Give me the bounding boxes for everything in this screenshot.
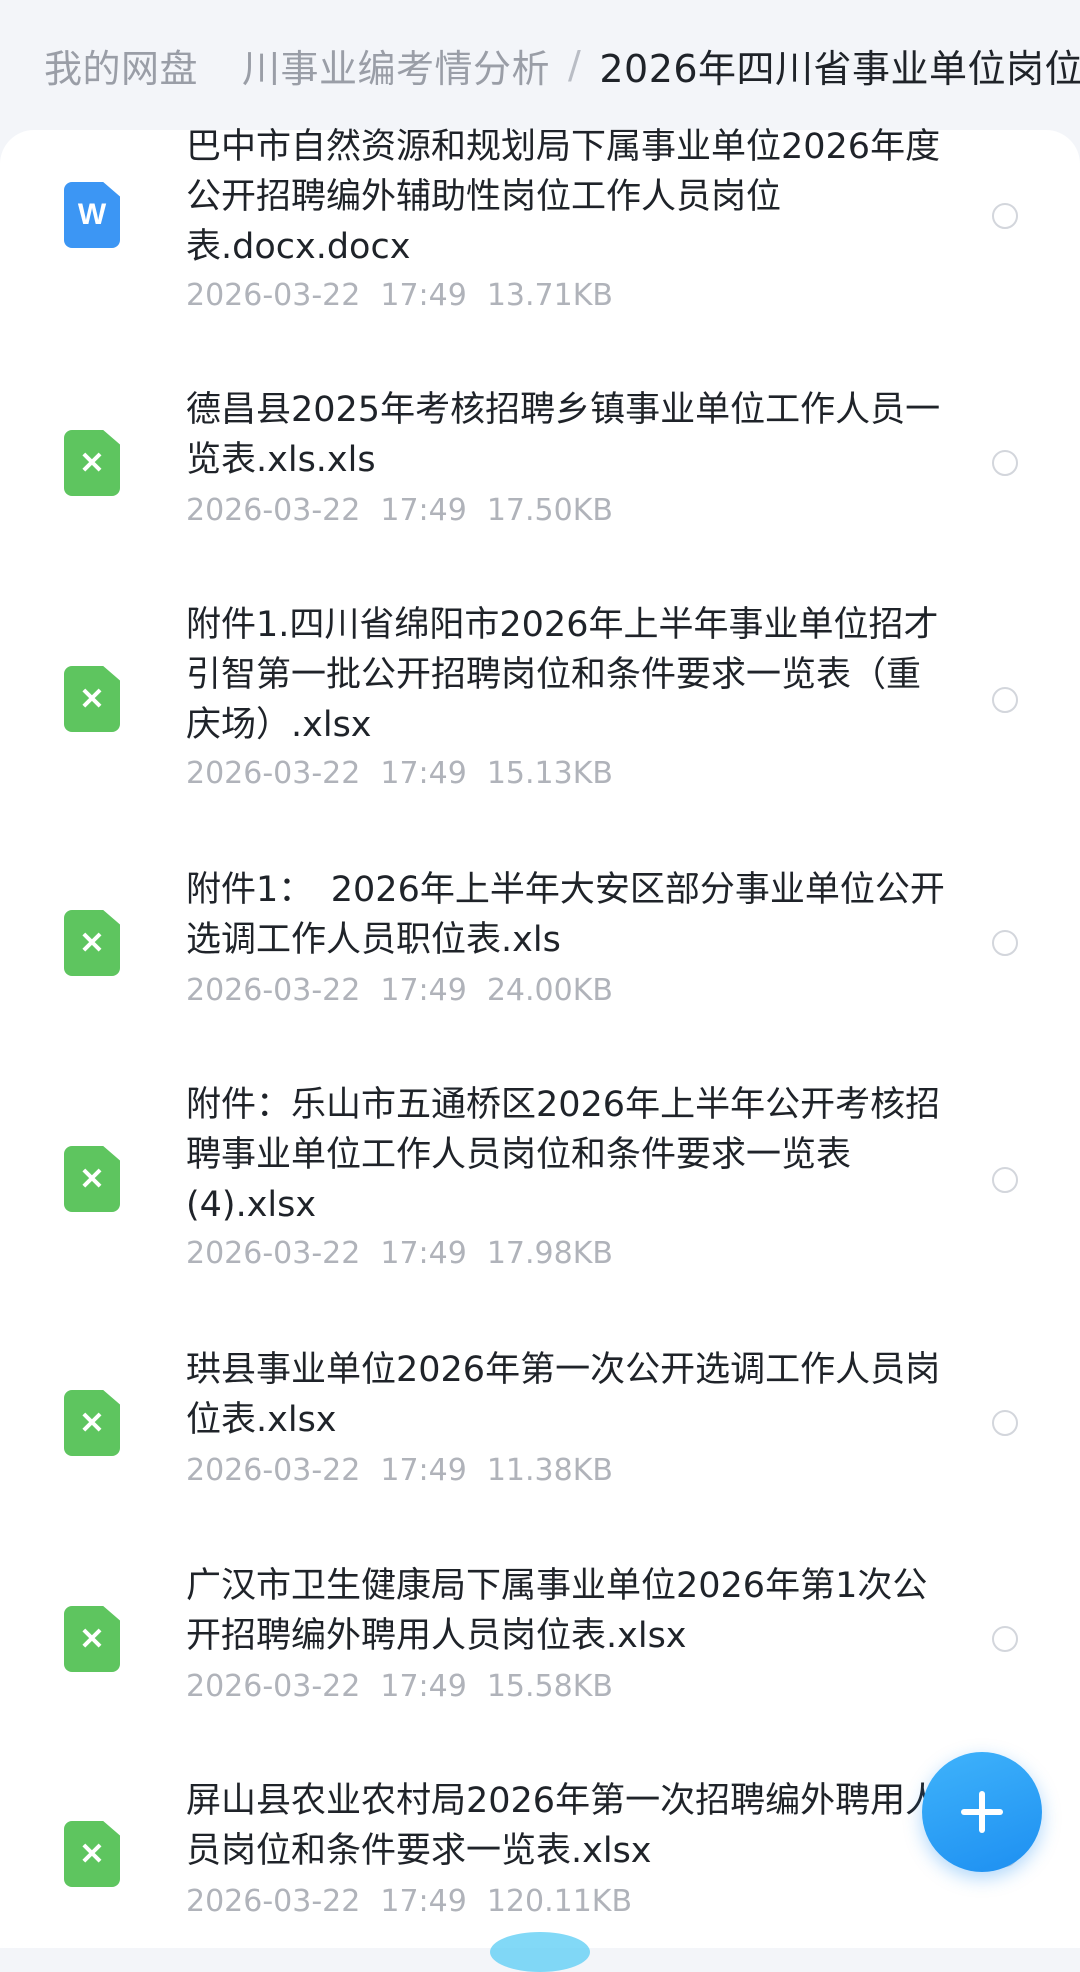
bottom-indicator <box>490 1932 590 1972</box>
excel-file-icon: ✕ <box>64 1821 120 1887</box>
file-time: 17:49 <box>380 1236 467 1271</box>
file-name: 附件1.四川省绵阳市2026年上半年事业单位招才引智第一批公开招聘岗位和条件要求… <box>186 605 939 745</box>
select-radio[interactable] <box>992 930 1018 956</box>
file-size: 11.38KB <box>486 1453 613 1488</box>
file-row[interactable]: ✕ 附件1.四川省绵阳市2026年上半年事业单位招才引智第一批公开招聘岗位和条件… <box>0 600 1080 830</box>
file-row[interactable]: ✕ 附件1： 2026年上半年大安区部分事业单位公开选调工作人员职位表.xls … <box>0 865 1080 1045</box>
excel-file-icon: ✕ <box>64 1606 120 1672</box>
file-time: 17:49 <box>380 756 467 791</box>
excel-file-icon: ✕ <box>64 910 120 976</box>
file-meta: 2026-03-22 17:49 15.13KB <box>186 756 633 791</box>
breadcrumb-root[interactable]: 我的网盘 <box>44 38 198 93</box>
file-row[interactable]: ✕ 珙县事业单位2026年第一次公开选调工作人员岗位表.xlsx 2026-03… <box>0 1345 1080 1525</box>
word-file-icon: W <box>64 182 120 248</box>
select-radio[interactable] <box>992 687 1018 713</box>
excel-file-icon: ✕ <box>64 430 120 496</box>
file-size: 17.98KB <box>486 1236 613 1271</box>
file-date: 2026-03-22 <box>186 278 361 313</box>
excel-file-icon: ✕ <box>64 1390 120 1456</box>
file-name: 屏山县农业农村局2026年第一次招聘编外聘用人员岗位和条件要求一览表.xlsx <box>186 1781 941 1871</box>
file-meta: 2026-03-22 17:49 15.58KB <box>186 1669 633 1704</box>
file-size: 15.13KB <box>486 756 613 791</box>
file-date: 2026-03-22 <box>186 973 361 1008</box>
file-meta: 2026-03-22 17:49 120.11KB <box>186 1884 652 1919</box>
file-row[interactable]: ✕ 屏山县农业农村局2026年第一次招聘编外聘用人员岗位和条件要求一览表.xls… <box>0 1776 1080 1956</box>
plus-icon <box>961 1791 1003 1833</box>
select-radio[interactable] <box>992 1626 1018 1652</box>
file-size: 13.71KB <box>486 278 613 313</box>
file-date: 2026-03-22 <box>186 1884 361 1919</box>
file-time: 17:49 <box>380 493 467 528</box>
file-name: 珙县事业单位2026年第一次公开选调工作人员岗位表.xlsx <box>186 1350 941 1440</box>
file-meta: 2026-03-22 17:49 24.00KB <box>186 973 633 1008</box>
select-radio[interactable] <box>992 203 1018 229</box>
file-date: 2026-03-22 <box>186 1669 361 1704</box>
breadcrumb-current: 2026年四川省事业单位岗位表 <box>599 46 1080 91</box>
file-row[interactable]: ✕ 广汉市卫生健康局下属事业单位2026年第1次公开招聘编外聘用人员岗位表.xl… <box>0 1561 1080 1741</box>
excel-file-icon: ✕ <box>64 1146 120 1212</box>
file-time: 17:49 <box>380 973 467 1008</box>
file-meta: 2026-03-22 17:49 17.50KB <box>186 493 633 528</box>
file-size: 24.00KB <box>486 973 613 1008</box>
file-size: 120.11KB <box>486 1884 633 1919</box>
file-size: 15.58KB <box>486 1669 613 1704</box>
file-meta: 2026-03-22 17:49 17.98KB <box>186 1236 633 1271</box>
file-name: 广汉市卫生健康局下属事业单位2026年第1次公开招聘编外聘用人员岗位表.xlsx <box>186 1566 928 1656</box>
breadcrumb-separator: / <box>568 43 582 87</box>
breadcrumb-middle[interactable]: 川事业编考情分析 <box>242 38 550 93</box>
file-size: 17.50KB <box>486 493 613 528</box>
select-radio[interactable] <box>992 450 1018 476</box>
file-name: 附件：乐山市五通桥区2026年上半年公开考核招聘事业单位工作人员岗位和条件要求一… <box>186 1085 941 1225</box>
file-time: 17:49 <box>380 1669 467 1704</box>
file-row[interactable]: W 巴中市自然资源和规划局下属事业单位2026年度公开招聘编外辅助性岗位工作人员… <box>0 122 1080 352</box>
breadcrumb: 我的网盘 川事业编考情分析 / 2026年四川省事业单位岗位表 <box>0 0 1080 130</box>
file-list: W 巴中市自然资源和规划局下属事业单位2026年度公开招聘编外辅助性岗位工作人员… <box>0 127 1080 1948</box>
select-radio[interactable] <box>992 1167 1018 1193</box>
file-date: 2026-03-22 <box>186 756 361 791</box>
add-button[interactable] <box>922 1752 1042 1872</box>
file-name: 巴中市自然资源和规划局下属事业单位2026年度公开招聘编外辅助性岗位工作人员岗位… <box>186 127 941 267</box>
select-radio[interactable] <box>992 1410 1018 1436</box>
file-meta: 2026-03-22 17:49 13.71KB <box>186 278 633 313</box>
file-meta: 2026-03-22 17:49 11.38KB <box>186 1453 633 1488</box>
file-row[interactable]: ✕ 德昌县2025年考核招聘乡镇事业单位工作人员一览表.xls.xls 2026… <box>0 385 1080 565</box>
file-name: 德昌县2025年考核招聘乡镇事业单位工作人员一览表.xls.xls <box>186 390 941 480</box>
excel-file-icon: ✕ <box>64 666 120 732</box>
file-date: 2026-03-22 <box>186 1236 361 1271</box>
file-date: 2026-03-22 <box>186 493 361 528</box>
file-date: 2026-03-22 <box>186 1453 361 1488</box>
file-time: 17:49 <box>380 278 467 313</box>
file-time: 17:49 <box>380 1884 467 1919</box>
file-time: 17:49 <box>380 1453 467 1488</box>
file-row[interactable]: ✕ 附件：乐山市五通桥区2026年上半年公开考核招聘事业单位工作人员岗位和条件要… <box>0 1080 1080 1310</box>
file-name: 附件1： 2026年上半年大安区部分事业单位公开选调工作人员职位表.xls <box>186 870 945 960</box>
